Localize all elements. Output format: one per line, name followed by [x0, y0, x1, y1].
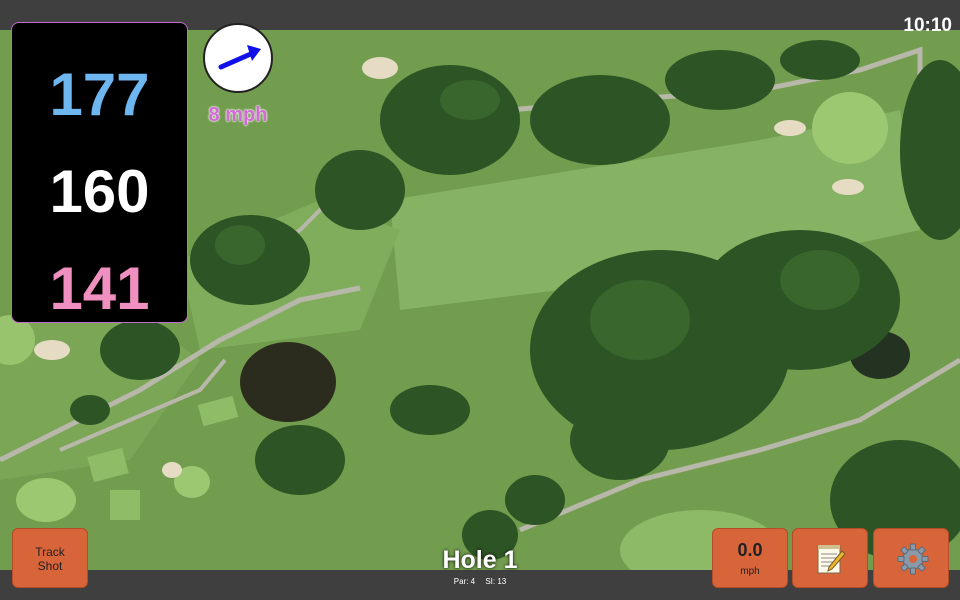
track-shot-label-line2: Shot [37, 559, 63, 573]
clock-time: 10:10 [903, 15, 952, 36]
track-shot-label-line1: Track [35, 545, 65, 559]
notepad-icon [817, 545, 846, 574]
wind-speed-label: 8 mph [208, 104, 268, 126]
distance-middle: 160 [49, 158, 150, 225]
distance-front: 141 [49, 255, 150, 322]
wind-direction-arrow-icon [218, 45, 261, 70]
speed-value: 0.0 [737, 540, 763, 560]
hole-stroke-index: SI: 13 [485, 577, 507, 586]
gear-icon [897, 543, 929, 575]
settings-button[interactable] [873, 528, 949, 588]
distance-panel: 177 160 141 [11, 22, 188, 323]
track-shot-button[interactable]: Track Shot [12, 528, 88, 588]
speed-button[interactable]: 0.0 mph [712, 528, 788, 588]
distance-back: 177 [49, 61, 150, 128]
hole-par: Par: 4 [453, 577, 476, 586]
speed-unit: mph [740, 566, 760, 577]
hole-title: Hole 1 [442, 546, 518, 574]
hole-info: Par: 4 SI: 13 [380, 577, 580, 586]
notes-button[interactable] [792, 528, 868, 588]
wind-direction-indicator [203, 23, 273, 93]
